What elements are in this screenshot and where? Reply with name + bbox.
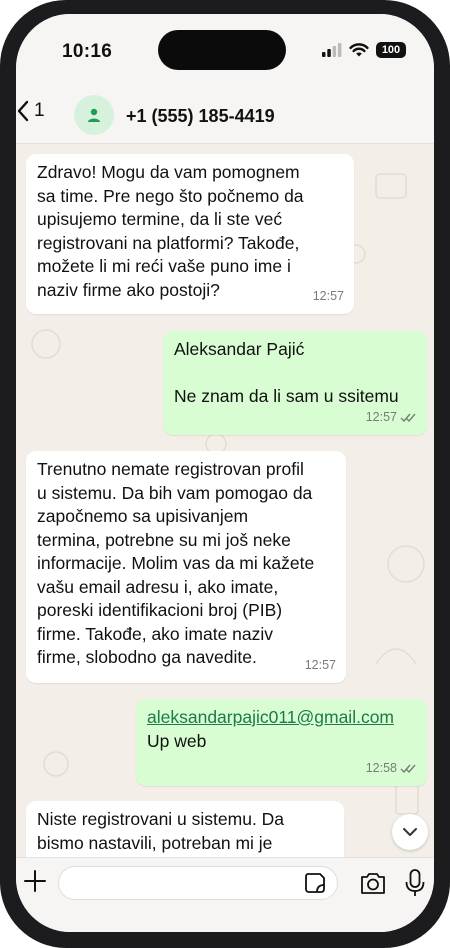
read-receipt-icon — [400, 764, 416, 773]
status-time: 10:16 — [62, 41, 113, 62]
message-input[interactable] — [58, 866, 338, 900]
chat-area: Zdravo! Mogu da vam pomognem sa time. Pr… — [16, 144, 434, 857]
message-meta: 12:57 — [366, 406, 417, 430]
camera-icon[interactable] — [359, 870, 387, 896]
message-meta: 12:57 — [313, 285, 344, 309]
chevron-left-icon — [17, 100, 29, 122]
composer-bar — [16, 857, 434, 932]
phone-frame: 10:16 100 1 +1 (555) 185-4419 Zdravo! Mo… — [0, 0, 450, 948]
message-time: 12:58 — [365, 760, 397, 775]
email-link[interactable]: aleksandarpajic011@gmail.com — [147, 707, 394, 727]
contact-name[interactable]: +1 (555) 185-4419 — [126, 106, 275, 127]
battery-indicator: 100 — [376, 42, 406, 58]
wifi-icon — [349, 43, 369, 57]
message-meta: 12:58 — [366, 757, 417, 781]
sticker-icon[interactable] — [304, 872, 326, 894]
message-bubble-incoming[interactable]: Zdravo! Mogu da vam pomognem sa time. Pr… — [26, 154, 354, 314]
message-bubble-outgoing[interactable]: Aleksandar Pajić Ne znam da li sam u ssi… — [163, 331, 427, 435]
signal-icon — [322, 43, 342, 57]
unread-count: 1 — [34, 100, 45, 121]
chevron-down-icon — [403, 828, 417, 836]
message-text: Trenutno nemate registrovan profil u sis… — [37, 459, 315, 667]
status-icons: 100 — [322, 42, 406, 58]
contact-avatar[interactable] — [74, 95, 114, 135]
status-bar: 10:16 100 — [16, 14, 434, 88]
scroll-to-bottom-button[interactable] — [392, 814, 428, 850]
chat-header: 1 +1 (555) 185-4419 — [16, 88, 434, 144]
message-text: Aleksandar Pajić Ne znam da li sam u ssi… — [174, 339, 399, 406]
message-time: 12:57 — [312, 288, 344, 303]
message-text: Up web — [147, 730, 207, 751]
message-time: 12:57 — [365, 409, 397, 424]
message-bubble-incoming[interactable]: Trenutno nemate registrovan profil u sis… — [26, 451, 346, 683]
back-button[interactable]: 1 — [16, 100, 45, 122]
message-meta: 12:57 — [305, 654, 336, 678]
message-text: Niste registrovani u sistemu. Da bismo n… — [37, 809, 285, 857]
message-text: Zdravo! Mogu da vam pomognem sa time. Pr… — [37, 162, 304, 300]
read-receipt-icon — [400, 413, 416, 422]
dynamic-island — [158, 30, 286, 70]
plus-icon[interactable] — [22, 868, 48, 894]
screen: 10:16 100 1 +1 (555) 185-4419 Zdravo! Mo… — [16, 14, 434, 932]
message-bubble-outgoing[interactable]: aleksandarpajic011@gmail.com Up web 12:5… — [136, 699, 427, 786]
message-bubble-incoming[interactable]: Niste registrovani u sistemu. Da bismo n… — [26, 801, 344, 857]
person-icon — [88, 108, 100, 122]
microphone-icon[interactable] — [404, 868, 426, 898]
message-time: 12:57 — [304, 657, 336, 672]
